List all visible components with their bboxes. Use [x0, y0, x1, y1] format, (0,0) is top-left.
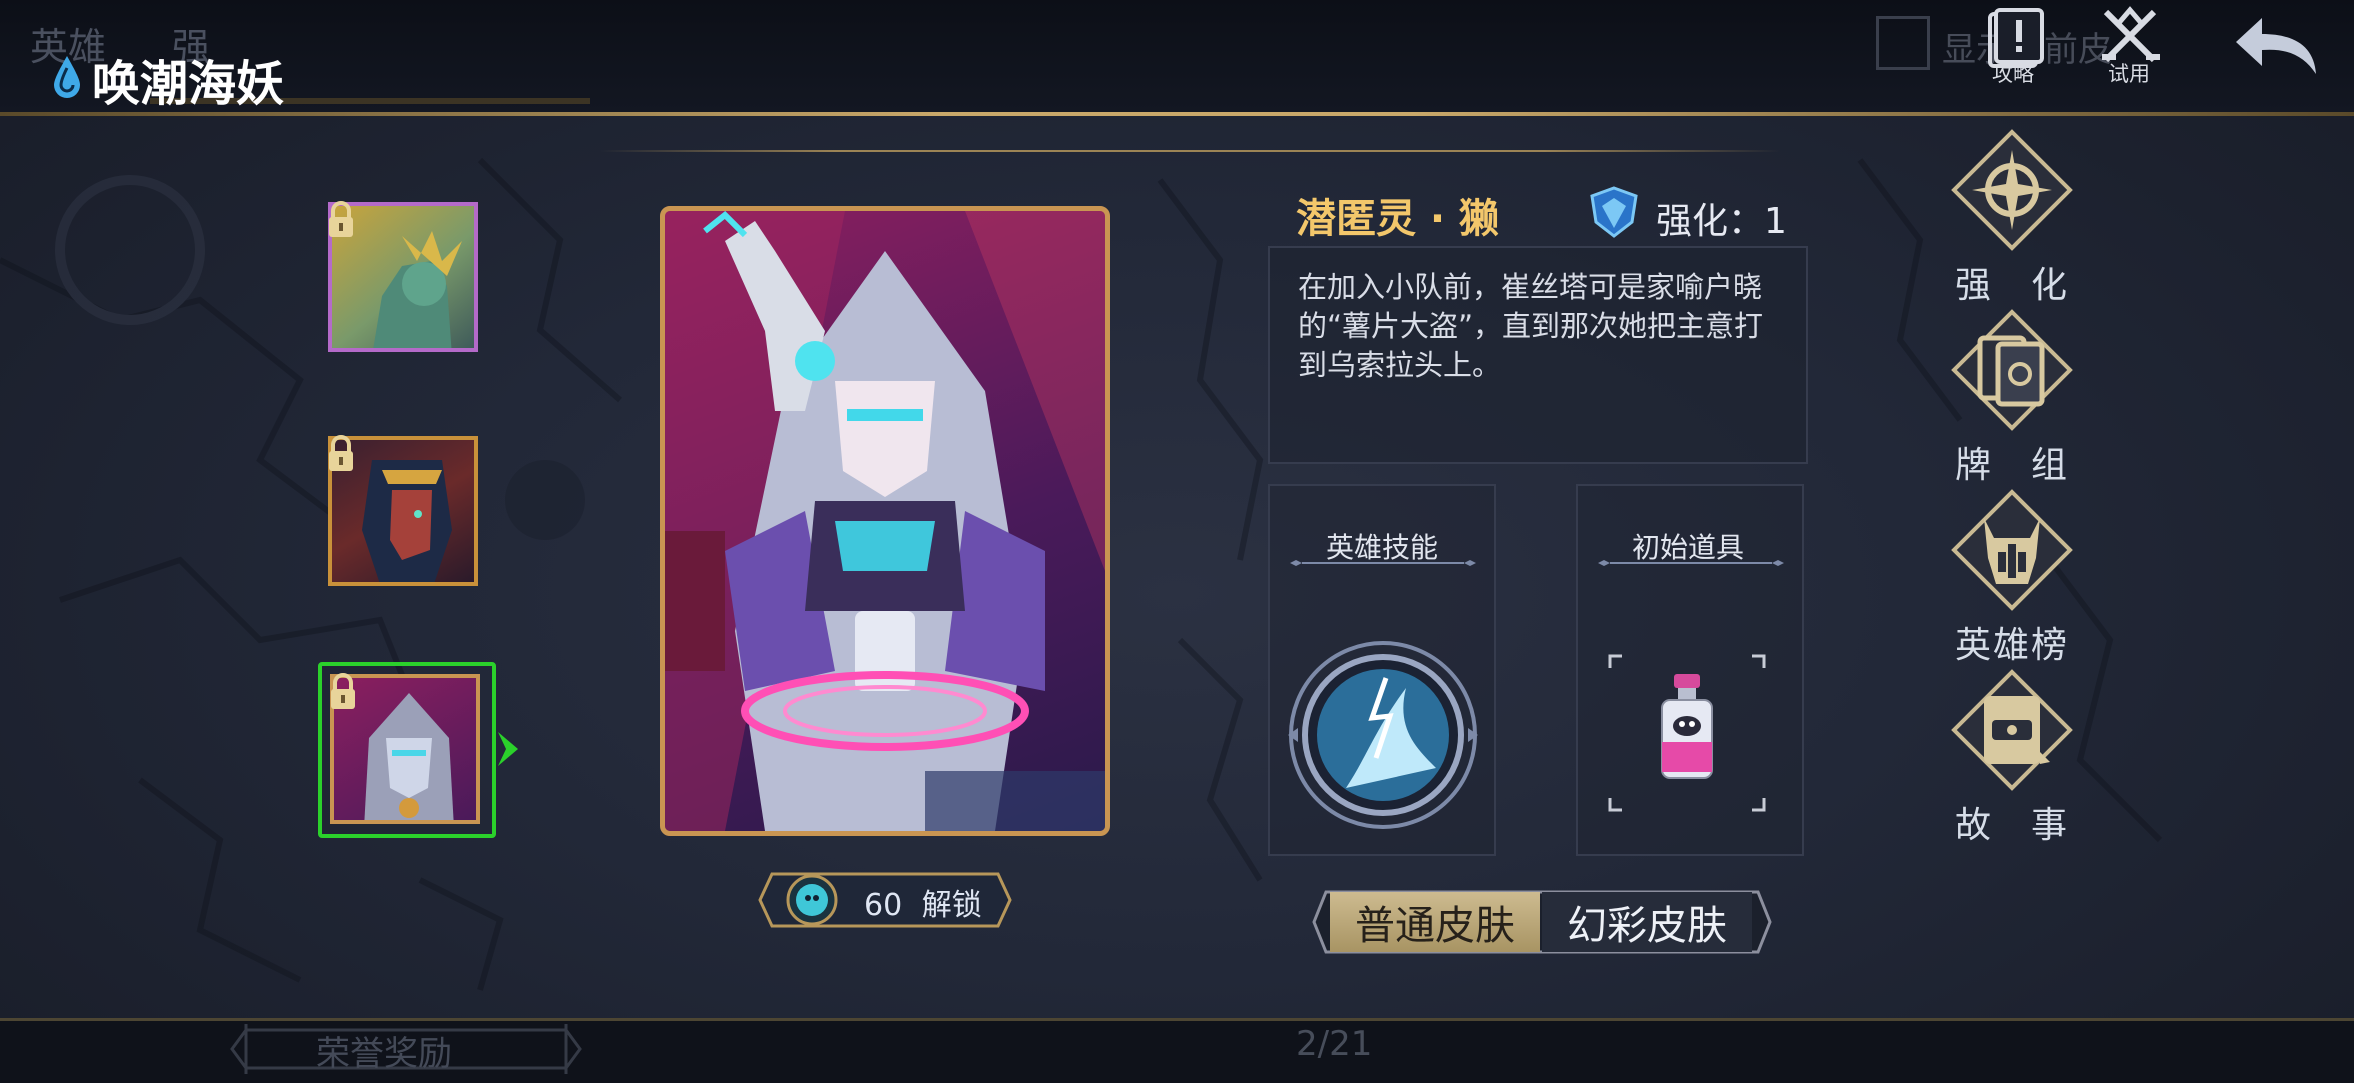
- menu-hero-ranking-button[interactable]: 英雄榜: [1932, 488, 2092, 668]
- menu-story-button[interactable]: 故 事: [1932, 668, 2092, 848]
- unlock-cost: 60: [864, 888, 903, 923]
- hero-skill-icon[interactable]: [1286, 638, 1480, 832]
- potion-bottle-icon[interactable]: [1656, 672, 1718, 782]
- menu-deck-button[interactable]: 牌 组: [1932, 308, 2092, 488]
- hero-ranking-icon: [1951, 489, 2073, 611]
- fancy-skin-tab[interactable]: 幻彩皮肤: [1542, 892, 1752, 952]
- skin-description: 在加入小队前，崔丝塔可是家喻户晓的“薯片大盗”，直到那次她把主意打到乌索拉头上。: [1298, 270, 1764, 382]
- hero-skin-card: [660, 206, 1110, 836]
- lock-icon: [329, 435, 353, 471]
- selected-arrow-icon: [498, 732, 518, 766]
- info-divider: [600, 150, 1780, 152]
- guide-label: 攻略: [1992, 62, 2034, 86]
- back-arrow-icon[interactable]: [2232, 10, 2320, 80]
- menu-enhance-label: 强 化: [1954, 265, 2069, 306]
- page-title: 唤潮海妖: [92, 56, 285, 112]
- lock-icon: [331, 673, 355, 709]
- water-drop-icon: [54, 56, 80, 98]
- guide-button[interactable]: 攻略: [1980, 6, 2050, 86]
- normal-skin-tab[interactable]: 普通皮肤: [1330, 892, 1540, 952]
- menu-enhance-button[interactable]: 强 化: [1932, 128, 2092, 308]
- top-bar-divider: [0, 112, 2354, 116]
- menu-hero-ranking-label: 英雄榜: [1954, 625, 2069, 666]
- trial-label: 试用: [2108, 62, 2150, 86]
- menu-story-label: 故 事: [1954, 805, 2069, 846]
- enhance-level: 强化：1: [1656, 201, 1787, 242]
- card-deck-icon: [1951, 309, 2073, 431]
- story-book-icon: [1951, 669, 2073, 791]
- honor-reward-button[interactable]: 荣誉奖励: [316, 1026, 452, 1075]
- trial-button[interactable]: 试用: [2096, 4, 2166, 86]
- hero-skin-artwork: [665, 211, 1105, 831]
- enhance-shield-icon: [1590, 186, 1638, 238]
- menu-deck-label: 牌 组: [1954, 445, 2069, 486]
- skin-name: 潜匿灵 · 獭: [1296, 196, 1500, 242]
- unlock-label: 解锁: [921, 888, 982, 923]
- page-indicator: 2/21: [1296, 1024, 1373, 1064]
- panel-rule-decoration: [1598, 560, 1784, 566]
- lock-icon: [329, 201, 353, 237]
- panel-rule-decoration: [1290, 560, 1476, 566]
- unlock-cost-label: 60 解锁: [864, 880, 982, 924]
- show-current-skin-checkbox[interactable]: [1876, 16, 1930, 70]
- enhance-star-icon: [1951, 129, 2073, 251]
- soul-currency-icon: [796, 884, 828, 916]
